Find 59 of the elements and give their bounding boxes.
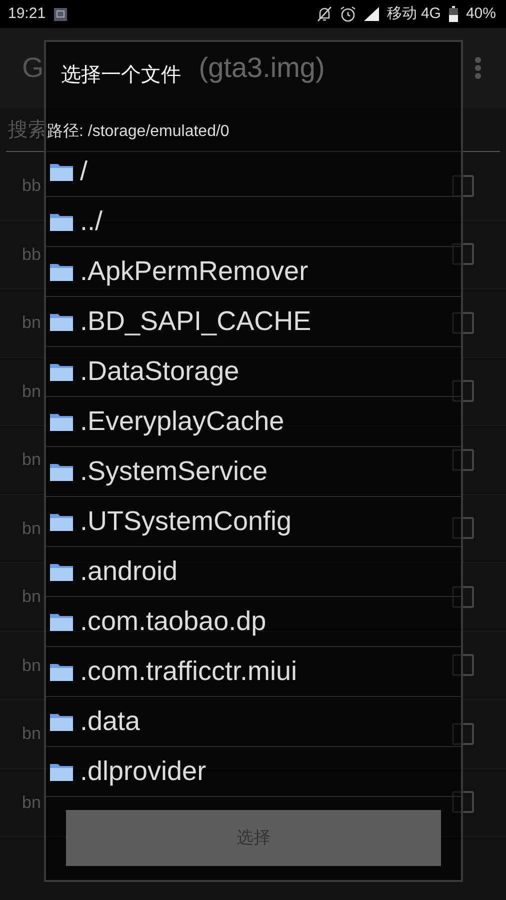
signal-icon bbox=[364, 7, 379, 21]
checkbox[interactable] bbox=[452, 448, 474, 471]
notification-icon bbox=[54, 8, 67, 20]
folder-icon bbox=[50, 462, 73, 481]
folder-icon bbox=[50, 312, 73, 331]
row-label: bn bbox=[22, 723, 41, 745]
alarm-icon bbox=[340, 6, 356, 22]
file-list-item[interactable]: .com.trafficctr.miui bbox=[46, 647, 461, 697]
file-list-item[interactable]: / bbox=[46, 147, 461, 197]
file-list-item[interactable]: .android bbox=[46, 547, 461, 597]
checkbox[interactable] bbox=[452, 174, 474, 197]
row-label: bn bbox=[22, 792, 41, 814]
checkbox[interactable] bbox=[452, 380, 474, 402]
row-label: bn bbox=[22, 654, 41, 676]
folder-icon bbox=[50, 762, 73, 781]
row-label: bb bbox=[22, 244, 41, 266]
row-label: bn bbox=[22, 312, 41, 334]
folder-icon bbox=[50, 512, 73, 531]
row-label: bb bbox=[22, 175, 41, 197]
path-label: 路径: /storage/emulated/0 bbox=[47, 123, 230, 140]
folder-icon bbox=[50, 212, 73, 231]
file-list-item[interactable]: .SystemService bbox=[46, 447, 461, 497]
checkbox[interactable] bbox=[452, 654, 474, 676]
folder-icon bbox=[50, 262, 73, 281]
overflow-menu-icon[interactable] bbox=[474, 56, 482, 80]
battery-percent: 40% bbox=[466, 4, 496, 24]
folder-icon bbox=[50, 412, 73, 431]
row-label: bn bbox=[22, 518, 41, 540]
file-list-item[interactable]: ../ bbox=[46, 197, 461, 247]
checkbox[interactable] bbox=[452, 791, 474, 814]
row-label: bn bbox=[22, 380, 41, 402]
checkbox[interactable] bbox=[452, 586, 474, 608]
checkbox[interactable] bbox=[452, 243, 474, 266]
row-label: bn bbox=[22, 586, 41, 608]
folder-icon bbox=[50, 662, 73, 681]
folder-icon bbox=[50, 362, 73, 381]
file-list-item[interactable]: .BD_SAPI_CACHE bbox=[46, 297, 461, 347]
checkbox[interactable] bbox=[452, 722, 474, 745]
file-list-item[interactable]: .data bbox=[46, 697, 461, 747]
clock: 19:21 bbox=[8, 4, 46, 24]
checkbox[interactable] bbox=[452, 517, 474, 540]
app-title: G bbox=[22, 51, 44, 85]
row-label: bn bbox=[22, 449, 41, 471]
file-list-item[interactable]: .EveryplayCache bbox=[46, 397, 461, 447]
folder-icon bbox=[50, 712, 73, 731]
file-list-item[interactable]: .DataStorage bbox=[46, 347, 461, 397]
folder-icon bbox=[50, 612, 73, 631]
file-list-item[interactable]: .dlprovider bbox=[46, 747, 461, 797]
dialog-title: 选择一个文件 bbox=[61, 64, 181, 86]
folder-icon bbox=[50, 162, 73, 181]
mute-bell-icon bbox=[316, 6, 332, 22]
carrier-label: 移动 4G bbox=[386, 4, 441, 24]
file-list-item[interactable]: .ApkPermRemover bbox=[46, 247, 461, 297]
checkbox[interactable] bbox=[452, 312, 474, 334]
battery-icon bbox=[448, 6, 458, 22]
file-list-item[interactable]: .com.taobao.dp bbox=[46, 597, 461, 647]
folder-icon bbox=[50, 562, 73, 581]
file-list-item[interactable]: .UTSystemConfig bbox=[46, 497, 461, 547]
app-title-suffix: (gta3.img) bbox=[198, 51, 325, 85]
